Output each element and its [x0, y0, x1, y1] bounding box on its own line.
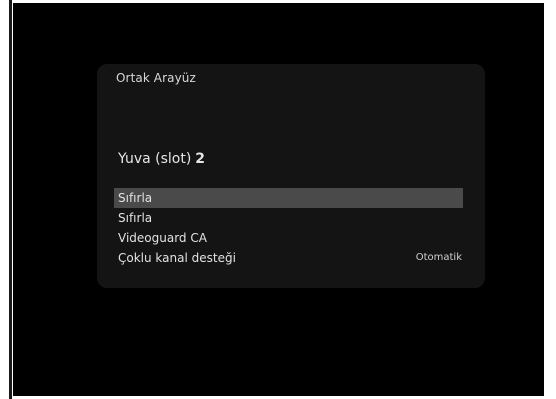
left-frame-border — [0, 0, 13, 399]
menu-item-label: Sıfırla — [118, 191, 153, 205]
ci-menu: Sıfırla Sıfırla Videoguard CA Çoklu kana… — [114, 188, 463, 268]
left-frame-bar — [9, 0, 12, 399]
menu-item-label: Çoklu kanal desteği — [118, 251, 236, 265]
slot-label-text: Yuva (slot) — [118, 151, 192, 167]
slot-number: 2 — [195, 151, 206, 167]
menu-item-videoguard-ca[interactable]: Videoguard CA — [114, 228, 463, 248]
menu-item-value-auto: Otomatik — [415, 252, 462, 263]
menu-item-reset-selected[interactable]: Sıfırla — [114, 188, 463, 208]
common-interface-panel: Ortak Arayüz Yuva (slot) 2 Sıfırla Sıfırl… — [97, 64, 485, 288]
menu-item-multichannel-support[interactable]: Çoklu kanal desteği Otomatik — [114, 248, 463, 268]
slot-heading: Yuva (slot) 2 — [118, 151, 205, 167]
menu-item-label: Sıfırla — [118, 211, 153, 225]
panel-title: Ortak Arayüz — [116, 71, 196, 85]
menu-item-reset[interactable]: Sıfırla — [114, 208, 463, 228]
tv-screen: Ortak Arayüz Yuva (slot) 2 Sıfırla Sıfırl… — [13, 3, 544, 396]
menu-item-label: Videoguard CA — [118, 231, 207, 245]
